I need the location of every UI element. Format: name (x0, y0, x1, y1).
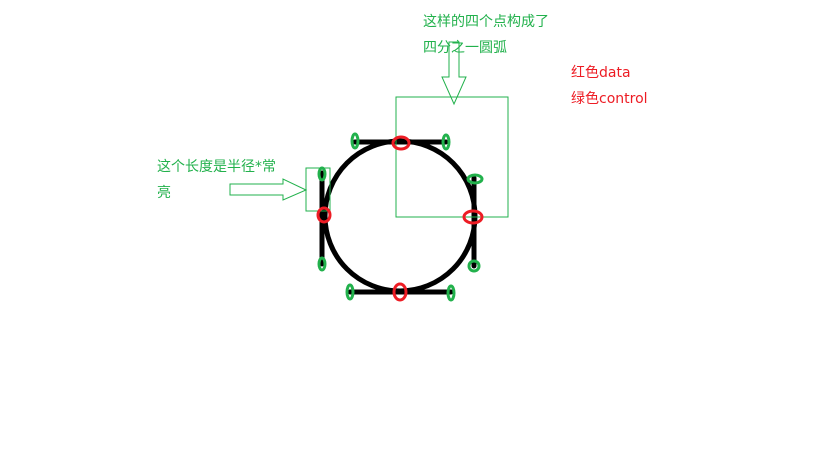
bezier-circle-diagram (229, 41, 509, 302)
quarter-arc-annotation-line2: 四分之一圆弧 (423, 40, 507, 56)
quarter-arc-annotation-line1: 这样的四个点构成了 (423, 14, 549, 30)
radius-annotation-line1: 这个长度是半径*常 (157, 159, 276, 175)
legend-red-data: 红色data (571, 65, 631, 81)
quarter-arc-box (395, 96, 509, 218)
radius-annotation-line2: 亮 (157, 185, 171, 201)
circle-outline (322, 138, 478, 294)
right-arrow (229, 178, 308, 201)
legend-green-control: 绿色control (571, 91, 648, 107)
